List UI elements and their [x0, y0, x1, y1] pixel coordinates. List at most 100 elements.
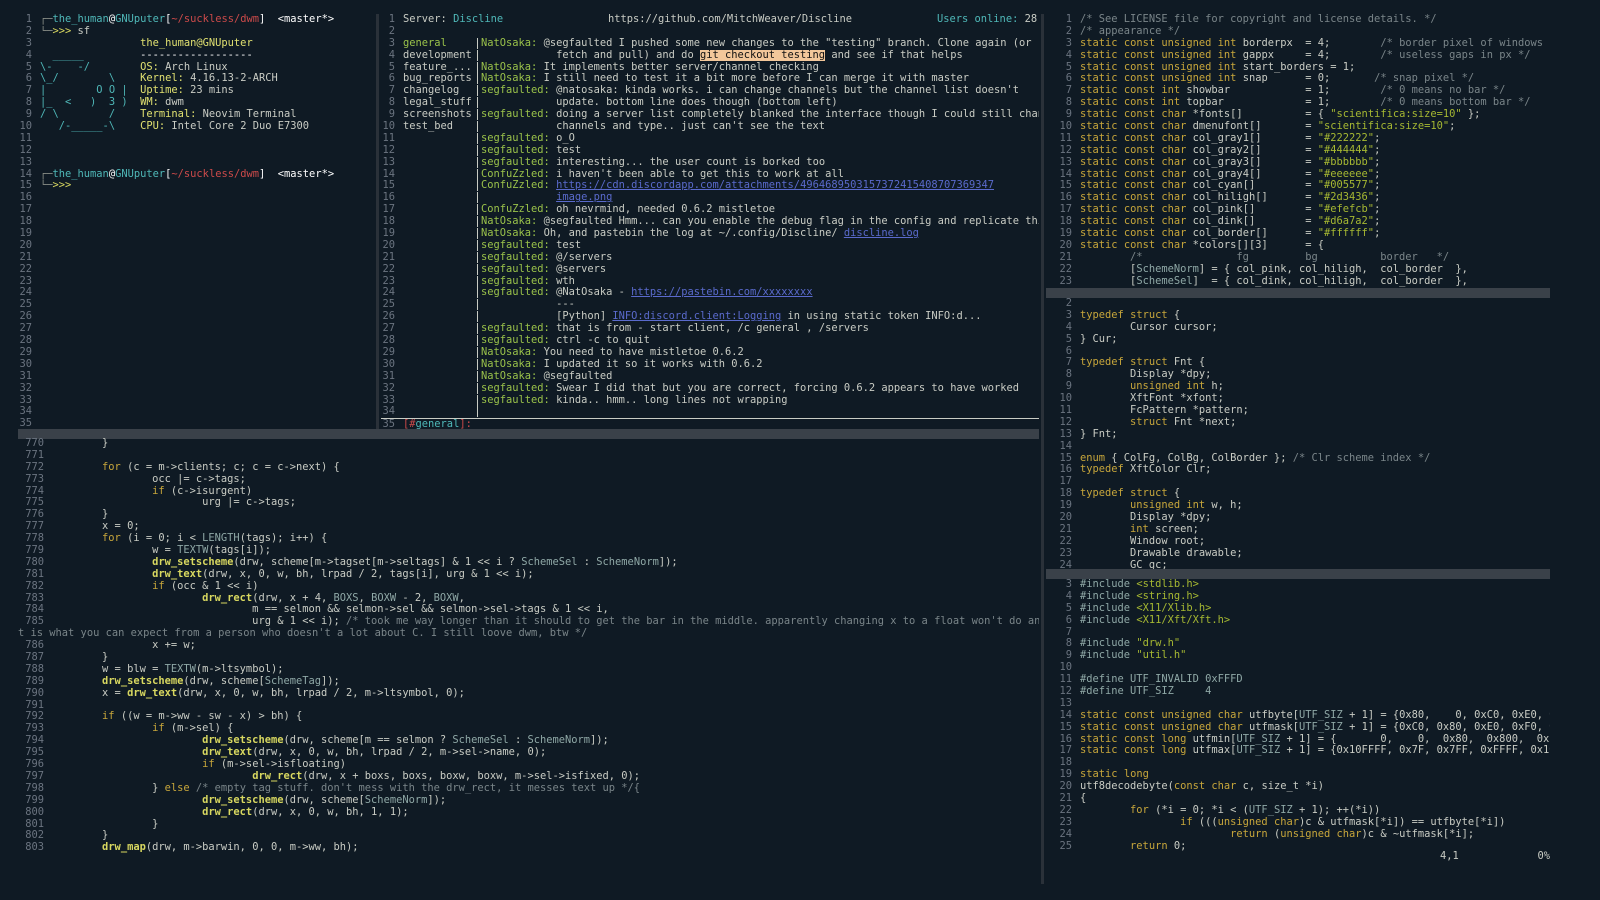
drw-h-line[interactable]: 8 Display *dpy;: [1046, 369, 1550, 381]
drw-h-line[interactable]: 15 enum { ColFg, ColBg, ColBorder }; /* C…: [1046, 453, 1550, 465]
config-h-line[interactable]: 19 static const char col_border[] = "#fff…: [1046, 228, 1550, 240]
drw-c-line[interactable]: 11 #define UTF_INVALID 0xFFFD: [1046, 674, 1550, 686]
drw-c-line[interactable]: 22 for (*i = 0; *i < (UTF_SIZ + 1); ++(*…: [1046, 805, 1550, 817]
drw-h-line[interactable]: 21 int screen;: [1046, 524, 1550, 536]
drw-h-line[interactable]: 14: [1046, 441, 1550, 453]
drw-c-line[interactable]: 7: [1046, 627, 1550, 639]
dwm-c-line[interactable]: 773 occ |= c->tags;: [18, 474, 1039, 486]
config-h-line[interactable]: 18 static const char col_dink[] = "#d6a7a…: [1046, 216, 1550, 228]
drw-h-line[interactable]: 2: [1046, 298, 1550, 310]
drw-h-line[interactable]: 3 typedef struct {: [1046, 310, 1550, 322]
terminal-pane[interactable]: 1 ┌─the_human@GNUputer[~/suckless/dwm] <m…: [18, 14, 373, 429]
drw-c-line[interactable]: 20 utf8decodebyte(const char c, size_t *i…: [1046, 781, 1550, 793]
drw-c-line[interactable]: 9 #include "util.h": [1046, 650, 1550, 662]
drw-c-line[interactable]: 12 #define UTF_SIZ 4: [1046, 686, 1550, 698]
dwm-c-line[interactable]: 772 for (c = m->clients; c; c = c->next)…: [18, 462, 1039, 474]
drw-c-line[interactable]: 19 static long: [1046, 769, 1550, 781]
chat-pane[interactable]: 1 Server: Discline https://github.com/Mitc…: [381, 14, 1039, 429]
message-link[interactable]: image.png: [556, 192, 612, 203]
channel-bug_reports[interactable]: bug_reports: [403, 73, 477, 85]
config-h-line[interactable]: 13 static const char col_gray3[] = "#bbbb…: [1046, 157, 1550, 169]
dwm-c-line[interactable]: 792 if ((w = m->ww - sw - x) > bh) {: [18, 711, 1039, 723]
dwm-c-line[interactable]: 770 }: [18, 438, 1039, 450]
dwm-c-line[interactable]: 788 w = blw = TEXTW(m->ltsymbol);: [18, 664, 1039, 676]
config-h-line[interactable]: 5 static const unsigned int start_borders…: [1046, 62, 1550, 74]
dwm-c-line[interactable]: 785 urg & 1 << i); /* took me way longer…: [18, 616, 1039, 628]
channel-general[interactable]: general: [403, 38, 477, 50]
drw-h-line[interactable]: 22 Window root;: [1046, 536, 1550, 548]
dwm-c-line[interactable]: 790 x = drw_text(drw, x, 0, w, bh, lrpad…: [18, 688, 1039, 700]
config-h-line[interactable]: 15 static const char col_cyan[] = "#00557…: [1046, 180, 1550, 192]
config-h-line[interactable]: 9 static const char *fonts[] = { "scienti…: [1046, 109, 1550, 121]
config-h-line[interactable]: 21 /* fg bg border */: [1046, 252, 1550, 264]
dwm-c-line[interactable]: 774 if (c->isurgent): [18, 486, 1039, 498]
config-h-line[interactable]: 8 static const int topbar = 1; /* 0 means…: [1046, 97, 1550, 109]
dwm-c-line[interactable]: 787 }: [18, 652, 1039, 664]
config-h-line[interactable]: 1/* See LICENSE file for copyright and l…: [1046, 14, 1550, 26]
drw-h-line[interactable]: 18 typedef struct {: [1046, 488, 1550, 500]
drw-c-line[interactable]: 13: [1046, 698, 1550, 710]
drw-h-line[interactable]: 10 XftFont *xfont;: [1046, 393, 1550, 405]
message-link[interactable]: https://cdn.discordapp.com/attachments/4…: [556, 180, 994, 191]
dwm-c-line[interactable]: 789 drw_setscheme(drw, scheme[SchemeTag]…: [18, 676, 1039, 688]
drw-h-line[interactable]: 9 unsigned int h;: [1046, 381, 1550, 393]
drw-c-line[interactable]: 17 static const long utfmax[UTF_SIZ + 1] …: [1046, 745, 1550, 757]
channel-screenshots[interactable]: screenshots: [403, 109, 477, 121]
dwm-c-line[interactable]: t is what you can expect from a person w…: [18, 628, 1039, 640]
dwm-c-line[interactable]: 802 }: [18, 830, 1039, 842]
drw-c-line[interactable]: 21{: [1046, 793, 1550, 805]
drw-c-line[interactable]: 18: [1046, 757, 1550, 769]
channel-feature_...[interactable]: feature_...: [403, 62, 477, 74]
vertical-divider-2[interactable]: [1041, 14, 1044, 884]
drw-h-line[interactable]: 11 FcPattern *pattern;: [1046, 405, 1550, 417]
repo-url[interactable]: https://github.com/MitchWeaver/Discline: [608, 14, 852, 26]
vertical-divider-1[interactable]: [376, 14, 379, 429]
config-h-line[interactable]: 11 static const char col_gray1[] = "#2222…: [1046, 133, 1550, 145]
drw-c-line[interactable]: 24 return (unsigned char)c & ~utfmask[*i…: [1046, 829, 1550, 841]
dwm-c-line[interactable]: 780 drw_setscheme(drw, scheme[m->tagset[…: [18, 557, 1039, 569]
chat-input[interactable]: [#general]:: [403, 419, 472, 429]
channel-development[interactable]: development: [403, 50, 477, 62]
dwm-c-line[interactable]: 778 for (i = 0; i < LENGTH(tags); i++) {: [18, 533, 1039, 545]
channel-test_bed[interactable]: test_bed: [403, 121, 477, 133]
config-h-line[interactable]: 2/* appearance */: [1046, 26, 1550, 38]
dwm-c-line[interactable]: 786 x += w;: [18, 640, 1039, 652]
config-h-line[interactable]: 17 static const char col_pink[] = "#efefc…: [1046, 204, 1550, 216]
drw-c-line[interactable]: 23 if (((unsigned char)c & utfmask[*i]) …: [1046, 817, 1550, 829]
config-h-line[interactable]: 16 static const char col_hiligh[] = "#2d3…: [1046, 192, 1550, 204]
drw-h-line[interactable]: 12 struct Fnt *next;: [1046, 417, 1550, 429]
dwm-c-line[interactable]: 783 drw_rect(drw, x + 4, BOXS, BOXW - 2,…: [18, 593, 1039, 605]
message-link[interactable]: INFO:discord.client:Logging: [612, 311, 781, 322]
config-h-line[interactable]: 6 static const unsigned int snap = 0; /* …: [1046, 73, 1550, 85]
dwm-c-line[interactable]: 795 drw_text(drw, x, 0, w, bh, lrpad / 2…: [18, 747, 1039, 759]
drw-h-line[interactable]: 4 Cursor cursor;: [1046, 322, 1550, 334]
drw-c-line[interactable]: 5 #include <X11/Xlib.h>: [1046, 603, 1550, 615]
drw-c-line[interactable]: 8 #include "drw.h": [1046, 638, 1550, 650]
dwm-c-line[interactable]: 784 m == selmon && selmon->sel && selmon…: [18, 604, 1039, 616]
config-h-line[interactable]: 10 static const char dmenufont[] = "scien…: [1046, 121, 1550, 133]
drw-h-line[interactable]: 20 Display *dpy;: [1046, 512, 1550, 524]
dwm-c-line[interactable]: 775 urg |= c->tags;: [18, 497, 1039, 509]
dwm-c-line[interactable]: 794 drw_setscheme(drw, scheme[m == selmo…: [18, 735, 1039, 747]
dwm-c-line[interactable]: 803 drw_map(drw, m->barwin, 0, 0, m->ww,…: [18, 842, 1039, 854]
editor-dwm-c[interactable]: 770 } 771 772 for (c = m->clients; c; c = …: [18, 438, 1039, 858]
drw-h-line[interactable]: 17: [1046, 476, 1550, 488]
config-h-line[interactable]: 4 static const unsigned int gappx = 4; /*…: [1046, 50, 1550, 62]
message-link[interactable]: discline.log: [844, 228, 919, 239]
config-h-line[interactable]: 7 static const int showbar = 1; /* 0 mean…: [1046, 85, 1550, 97]
dwm-c-line[interactable]: 777 x = 0;: [18, 521, 1039, 533]
drw-h-line[interactable]: 13} Fnt;: [1046, 429, 1550, 441]
dwm-c-line[interactable]: 796 if (m->sel->isfloating): [18, 759, 1039, 771]
drw-c-line[interactable]: 6 #include <X11/Xft/Xft.h>: [1046, 615, 1550, 627]
config-h-line[interactable]: 22 [SchemeNorm] = { col_pink, col_hiligh…: [1046, 264, 1550, 276]
config-h-line[interactable]: 23 [SchemeSel] = { col_dink, col_hiligh,…: [1046, 276, 1550, 288]
dwm-c-line[interactable]: 776 }: [18, 509, 1039, 521]
config-h-line[interactable]: 14 static const char col_gray4[] = "#eeee…: [1046, 169, 1550, 181]
drw-h-line[interactable]: 7 typedef struct Fnt {: [1046, 357, 1550, 369]
drw-h-line[interactable]: 5} Cur;: [1046, 334, 1550, 346]
config-h-line[interactable]: 20 static const char *colors[][3] = {: [1046, 240, 1550, 252]
dwm-c-line[interactable]: 801 }: [18, 819, 1039, 831]
editor-config-h[interactable]: 1/* See LICENSE file for copyright and l…: [1046, 14, 1550, 290]
editor-drw-c[interactable]: 3 #include <stdlib.h> 4 #include <string.h>…: [1046, 579, 1550, 851]
dwm-c-line[interactable]: 797 drw_rect(drw, x + boxs, boxs, boxw, …: [18, 771, 1039, 783]
